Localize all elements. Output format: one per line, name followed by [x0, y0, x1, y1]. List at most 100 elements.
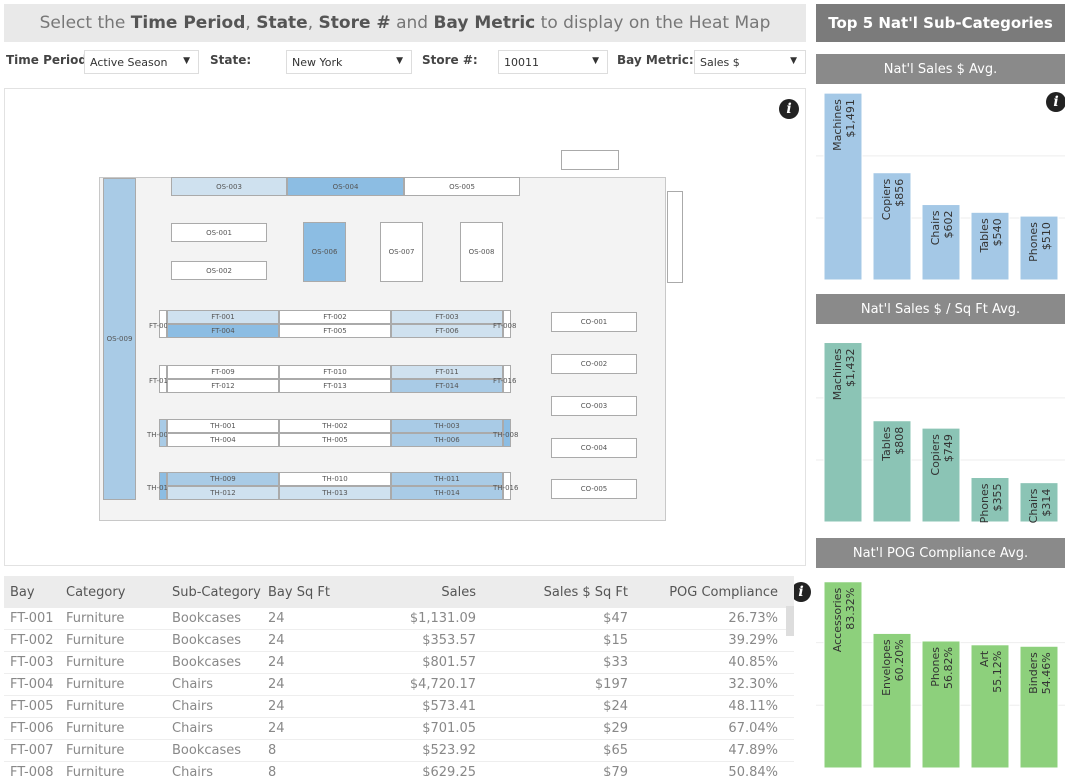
bay-ft-010[interactable]: FT-010: [279, 365, 391, 379]
bay-th-011[interactable]: TH-011: [391, 472, 503, 486]
table-row[interactable]: FT-001 Furniture Bookcases 24 $1,131.09 $47 26…: [4, 608, 794, 630]
table-cell: 8: [268, 765, 277, 776]
table-row[interactable]: FT-003 Furniture Bookcases 24 $801.57 $33 40.8…: [4, 652, 794, 674]
bay-co-001[interactable]: CO-001: [551, 312, 637, 332]
info-icon[interactable]: i: [1046, 92, 1065, 112]
bay-ft-016[interactable]: FT-016: [493, 377, 516, 385]
bay-th-005[interactable]: TH-005: [279, 433, 391, 447]
table-cell: FT-008: [10, 765, 54, 776]
bay-ft-008[interactable]: FT-008: [493, 322, 516, 330]
col-bay[interactable]: Bay: [4, 585, 60, 600]
bay-metric-dropdown[interactable]: Sales $ ▼: [694, 50, 806, 74]
bay-th-012[interactable]: TH-012: [167, 486, 279, 500]
bar-category-label: Art: [978, 650, 991, 667]
bay-th-014[interactable]: TH-014: [391, 486, 503, 500]
bay-th-010[interactable]: TH-010: [279, 472, 391, 486]
bay-co-004[interactable]: CO-004: [551, 438, 637, 458]
bay-th-008[interactable]: TH-008: [493, 431, 518, 439]
bay-co-002[interactable]: CO-002: [551, 354, 637, 374]
info-icon[interactable]: i: [779, 99, 799, 119]
state-dropdown[interactable]: New York ▼: [286, 50, 412, 74]
table-row[interactable]: FT-004 Furniture Chairs 24 $4,720.17 $197 32.3…: [4, 674, 794, 696]
col-sub-category[interactable]: Sub-Category: [166, 585, 262, 600]
bar-category-label: Tables: [880, 426, 893, 461]
bay-th-016[interactable]: TH-016: [493, 484, 518, 492]
table-row[interactable]: FT-002 Furniture Bookcases 24 $353.57 $15 39.2…: [4, 630, 794, 652]
bar-value-label: $540: [991, 218, 1004, 246]
bay-ft-002[interactable]: FT-002: [279, 310, 391, 324]
table-cell: $701.05: [422, 721, 476, 736]
bay-co-005[interactable]: CO-005: [551, 479, 637, 499]
bay-co-003[interactable]: CO-003: [551, 396, 637, 416]
time-period-dropdown[interactable]: Active Season ▼: [84, 50, 199, 74]
bar-value-label: $856: [893, 179, 906, 207]
bay-th-006[interactable]: TH-006: [391, 433, 503, 447]
bar-label: Phones56.82%: [929, 647, 955, 689]
bay-ft-014[interactable]: FT-014: [391, 379, 503, 393]
table-cell: $353.57: [422, 633, 476, 648]
col-bay-sq-ft[interactable]: Bay Sq Ft: [262, 585, 332, 600]
table-cell: 47.89%: [728, 743, 778, 758]
table-cell: 24: [268, 655, 285, 670]
bay-os-002[interactable]: OS-002: [171, 261, 267, 280]
bay-os-005[interactable]: OS-005: [404, 177, 520, 196]
info-icon[interactable]: i: [791, 582, 811, 602]
store-dropdown[interactable]: 10011 ▼: [498, 50, 608, 74]
bay-th-001[interactable]: TH-001: [167, 419, 279, 433]
bay-os-003[interactable]: OS-003: [171, 177, 287, 196]
col-pog-compliance[interactable]: POG Compliance: [634, 585, 784, 600]
table-cell: FT-007: [10, 743, 54, 758]
bay-th-009[interactable]: TH-009: [167, 472, 279, 486]
table-cell: Furniture: [66, 743, 125, 758]
col-sales-sq-ft[interactable]: Sales $ Sq Ft: [482, 585, 634, 600]
bay-os-006[interactable]: OS-006: [303, 222, 346, 282]
bar-value-label: 83.32%: [844, 588, 857, 630]
table-cell: $1,131.09: [409, 611, 476, 626]
bay-ft-012[interactable]: FT-012: [167, 379, 279, 393]
table-cell: Furniture: [66, 611, 125, 626]
table-cell: Furniture: [66, 699, 125, 714]
bay-os-004[interactable]: OS-004: [287, 177, 404, 196]
table-cell: 8: [268, 743, 277, 758]
bay-os-007[interactable]: OS-007: [380, 222, 423, 282]
table-cell: Furniture: [66, 655, 125, 670]
bay-os-008[interactable]: OS-008: [460, 222, 503, 282]
table-row[interactable]: FT-006 Furniture Chairs 24 $701.05 $29 67.04%: [4, 718, 794, 740]
chart3-title: Nat'l POG Compliance Avg.: [816, 538, 1065, 568]
time-period-label: Time Period: [6, 53, 87, 67]
bar-value-label: $355: [991, 484, 1004, 512]
bar-category-label: Copiers: [880, 178, 893, 220]
bar-category-label: Tables: [978, 218, 991, 253]
table-row[interactable]: FT-005 Furniture Chairs 24 $573.41 $24 48.11%: [4, 696, 794, 718]
store-label: Store #:: [422, 53, 478, 67]
bay-th-003[interactable]: TH-003: [391, 419, 503, 433]
bay-ft-009[interactable]: FT-009: [167, 365, 279, 379]
bay-ft-011[interactable]: FT-011: [391, 365, 503, 379]
bay-os-001[interactable]: OS-001: [171, 223, 267, 242]
bar-label: Binders54.46%: [1027, 652, 1053, 694]
bay-os-009[interactable]: OS-009: [103, 178, 136, 500]
table-cell: $47: [603, 611, 628, 626]
bay-ft-006[interactable]: FT-006: [391, 324, 503, 338]
table-cell: FT-002: [10, 633, 54, 648]
chart-sales-sqft-avg: Machines$1,432 Tables$808 Copiers$749 Phone…: [816, 328, 1065, 526]
table-cell: $15: [603, 633, 628, 648]
chart-pog-avg: Accessories83.32% Envelopes60.20% Phones56…: [816, 572, 1065, 772]
table-row[interactable]: FT-007 Furniture Bookcases 8 $523.92 $65 47.89…: [4, 740, 794, 762]
table-row[interactable]: FT-008 Furniture Chairs 8 $629.25 $79 50.84%: [4, 762, 794, 776]
col-sales[interactable]: Sales: [332, 585, 482, 600]
bay-ft-013[interactable]: FT-013: [279, 379, 391, 393]
bay-ft-005[interactable]: FT-005: [279, 324, 391, 338]
bay-th-013[interactable]: TH-013: [279, 486, 391, 500]
col-category[interactable]: Category: [60, 585, 166, 600]
bay-ft-004[interactable]: FT-004: [167, 324, 279, 338]
bay-th-004[interactable]: TH-004: [167, 433, 279, 447]
table-scrollbar[interactable]: [786, 606, 794, 636]
table-cell: Bookcases: [172, 611, 242, 626]
bay-ft-003[interactable]: FT-003: [391, 310, 503, 324]
bay-th-002[interactable]: TH-002: [279, 419, 391, 433]
bar-value-label: 60.20%: [893, 639, 906, 681]
bay-ft-001[interactable]: FT-001: [167, 310, 279, 324]
bay-table: Bay Category Sub-Category Bay Sq Ft Sale…: [4, 576, 794, 776]
chart-sales-sqft-svg: Machines$1,432 Tables$808 Copiers$749 Phone…: [816, 342, 1065, 523]
